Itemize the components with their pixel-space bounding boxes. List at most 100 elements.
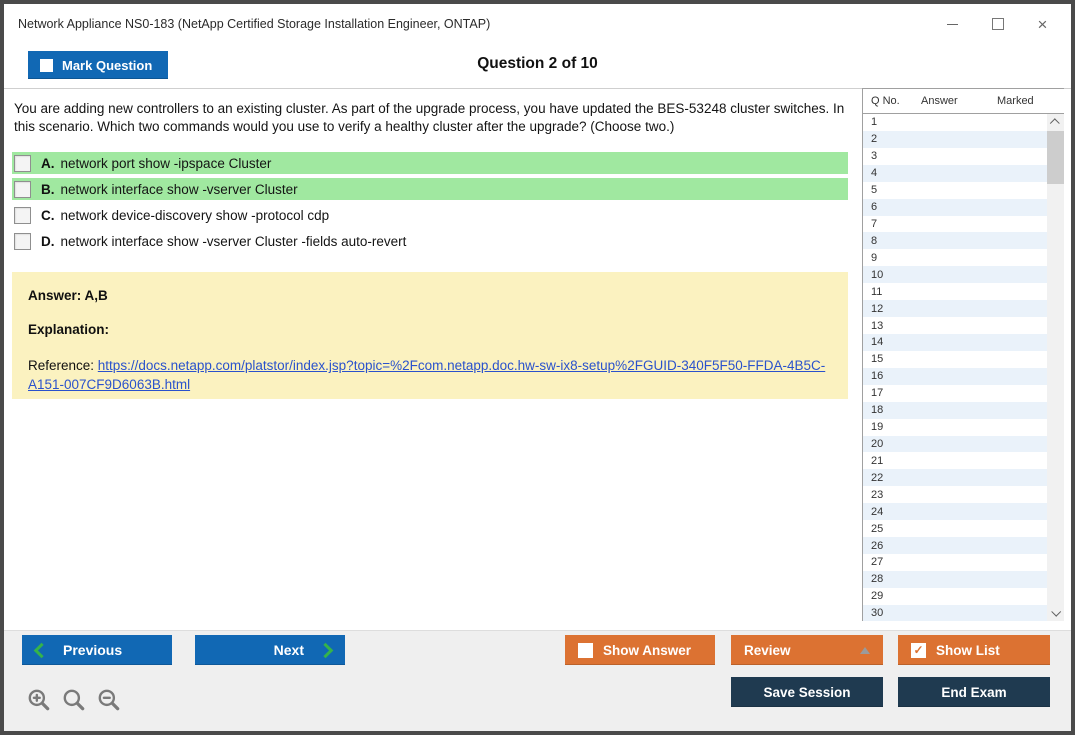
question-list-row[interactable]: 25 — [863, 520, 1047, 537]
column-answer: Answer — [921, 95, 997, 107]
question-list-row[interactable]: 17 — [863, 385, 1047, 402]
next-button[interactable]: Next — [195, 635, 345, 665]
triangle-up-icon — [860, 647, 870, 654]
app-window: Network Appliance NS0-183 (NetApp Certif… — [0, 0, 1075, 735]
question-list-row[interactable]: 10 — [863, 266, 1047, 283]
option-letter: D. — [41, 234, 55, 249]
option-b[interactable]: B. network interface show -vserver Clust… — [12, 178, 848, 200]
question-list-row[interactable]: 18 — [863, 402, 1047, 419]
question-list-row[interactable]: 11 — [863, 283, 1047, 300]
header-bar: Mark Question Question 2 of 10 — [4, 44, 1071, 89]
scroll-down-icon[interactable] — [1047, 604, 1064, 621]
minimize-button[interactable] — [930, 4, 975, 44]
checkbox-unchecked-icon[interactable] — [14, 233, 31, 250]
option-letter: C. — [41, 208, 55, 223]
question-number: 6 — [863, 201, 877, 213]
question-list-row[interactable]: 16 — [863, 368, 1047, 385]
question-number: 28 — [863, 573, 883, 585]
zoom-in-icon[interactable] — [26, 687, 52, 713]
question-text: You are adding new controllers to an exi… — [14, 100, 854, 136]
option-d[interactable]: D. network interface show -vserver Clust… — [12, 230, 848, 252]
question-list-header: Q No. Answer Marked — [863, 89, 1064, 114]
title-bar: Network Appliance NS0-183 (NetApp Certif… — [4, 4, 1071, 44]
checkmark-icon: ✓ — [913, 644, 923, 656]
question-list-row[interactable]: 22 — [863, 469, 1047, 486]
option-letter: B. — [41, 182, 55, 197]
question-list-row[interactable]: 7 — [863, 216, 1047, 233]
question-list-body: 1234567891011121314151617181920212223242… — [863, 114, 1064, 621]
zoom-out-icon[interactable] — [96, 687, 122, 713]
question-number: 2 — [863, 133, 877, 145]
show-list-button[interactable]: ✓ Show List — [898, 635, 1050, 665]
question-list-row[interactable]: 29 — [863, 588, 1047, 605]
question-list-row[interactable]: 15 — [863, 351, 1047, 368]
checkbox-unchecked-icon[interactable] — [14, 181, 31, 198]
show-answer-button[interactable]: Show Answer — [565, 635, 715, 665]
question-list-row[interactable]: 1 — [863, 114, 1047, 131]
scroll-up-icon[interactable] — [1047, 114, 1064, 131]
question-list-row[interactable]: 23 — [863, 486, 1047, 503]
question-list-row[interactable]: 26 — [863, 537, 1047, 554]
question-number: 23 — [863, 489, 883, 501]
window-controls: × — [930, 4, 1065, 44]
scrollbar-thumb[interactable] — [1047, 131, 1064, 184]
question-number: 25 — [863, 523, 883, 535]
previous-button[interactable]: Previous — [22, 635, 172, 665]
close-button[interactable]: × — [1020, 4, 1065, 44]
save-session-label: Save Session — [763, 685, 850, 700]
question-list-row[interactable]: 14 — [863, 334, 1047, 351]
option-c[interactable]: C. network device-discovery show -protoc… — [12, 204, 848, 226]
question-list-row[interactable]: 12 — [863, 300, 1047, 317]
zoom-tools — [26, 687, 122, 713]
option-text: network device-discovery show -protocol … — [61, 208, 330, 223]
question-number: 20 — [863, 438, 883, 450]
review-dropdown-button[interactable]: Review — [731, 635, 883, 665]
chevron-right-icon — [318, 642, 334, 658]
question-list-row[interactable]: 28 — [863, 571, 1047, 588]
checkbox-checked-icon: ✓ — [911, 643, 926, 658]
maximize-button[interactable] — [975, 4, 1020, 44]
end-exam-label: End Exam — [941, 685, 1006, 700]
question-list-row[interactable]: 6 — [863, 199, 1047, 216]
question-list-row[interactable]: 30 — [863, 605, 1047, 621]
option-a[interactable]: A. network port show -ipspace Cluster — [12, 152, 848, 174]
question-list-scrollbar[interactable] — [1047, 114, 1064, 621]
question-list-row[interactable]: 20 — [863, 436, 1047, 453]
question-list-row[interactable]: 5 — [863, 182, 1047, 199]
question-list-row[interactable]: 2 — [863, 131, 1047, 148]
question-number: 30 — [863, 607, 883, 619]
question-list-row[interactable]: 24 — [863, 503, 1047, 520]
question-list-row[interactable]: 13 — [863, 317, 1047, 334]
checkbox-unchecked-icon[interactable] — [14, 207, 31, 224]
option-text: network port show -ipspace Cluster — [61, 156, 272, 171]
explanation-label: Explanation: — [28, 322, 832, 337]
question-list-row[interactable]: 9 — [863, 249, 1047, 266]
question-number: 11 — [863, 286, 882, 298]
bottom-toolbar: Previous Next Show Answer Review ✓ Show … — [4, 630, 1071, 732]
minimize-icon — [947, 24, 958, 25]
question-list-row[interactable]: 4 — [863, 165, 1047, 182]
question-number: 15 — [863, 353, 883, 365]
checkbox-unchecked-icon[interactable] — [14, 155, 31, 172]
column-qno: Q No. — [863, 95, 921, 107]
question-number: 21 — [863, 455, 883, 467]
question-list-row[interactable]: 27 — [863, 554, 1047, 571]
question-list-rows: 1234567891011121314151617181920212223242… — [863, 114, 1047, 621]
question-number: 12 — [863, 303, 883, 315]
checkbox-unchecked-icon — [578, 643, 593, 658]
review-label: Review — [744, 643, 791, 658]
show-answer-label: Show Answer — [603, 643, 691, 658]
reference-link[interactable]: https://docs.netapp.com/platstor/index.j… — [28, 358, 825, 392]
question-number: 22 — [863, 472, 883, 484]
question-number: 4 — [863, 167, 877, 179]
question-list-row[interactable]: 8 — [863, 232, 1047, 249]
reference-line: Reference: https://docs.netapp.com/plats… — [28, 356, 832, 394]
end-exam-button[interactable]: End Exam — [898, 677, 1050, 707]
maximize-icon — [992, 18, 1004, 30]
question-list-row[interactable]: 21 — [863, 452, 1047, 469]
question-list-row[interactable]: 19 — [863, 419, 1047, 436]
save-session-button[interactable]: Save Session — [731, 677, 883, 707]
question-list-row[interactable]: 3 — [863, 148, 1047, 165]
zoom-reset-icon[interactable] — [61, 687, 87, 713]
question-number: 7 — [863, 218, 877, 230]
